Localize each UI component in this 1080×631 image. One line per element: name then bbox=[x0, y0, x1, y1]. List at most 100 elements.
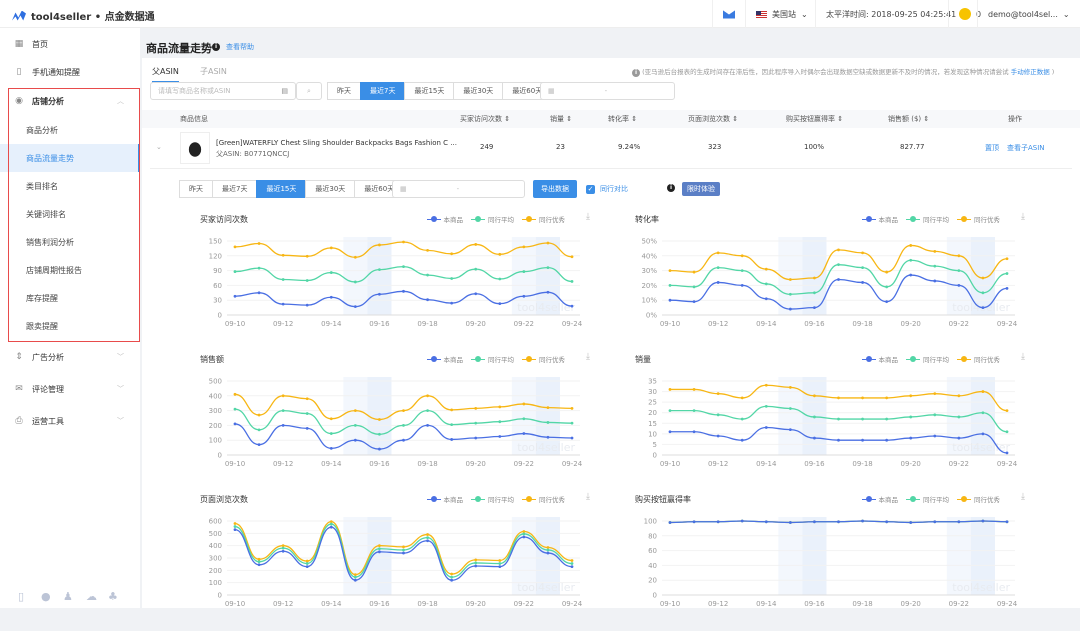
data-point bbox=[909, 273, 913, 277]
data-point bbox=[522, 530, 526, 533]
data-point bbox=[329, 246, 333, 250]
data-point bbox=[957, 415, 961, 419]
product-image bbox=[180, 132, 210, 164]
chart-plot: 0 100 200 300 400 500 600 09-10 09-12 09-14 09-16 0… bbox=[209, 517, 583, 608]
col-units[interactable]: 销量 ⇕ bbox=[550, 114, 572, 124]
col-pageviews[interactable]: 页面浏览次数 ⇕ bbox=[688, 114, 738, 124]
tablet-icon: ▯ bbox=[16, 67, 22, 77]
range-button[interactable]: 最近15天 bbox=[404, 82, 455, 100]
data-point bbox=[305, 254, 309, 258]
data-point bbox=[788, 307, 792, 311]
export-button[interactable]: 导出数据 bbox=[533, 180, 577, 198]
data-point bbox=[450, 578, 454, 582]
data-point bbox=[426, 533, 429, 536]
data-point bbox=[933, 520, 937, 524]
mobile-icon[interactable]: ▯ bbox=[18, 590, 30, 603]
logo[interactable]: tool4seller • 点金数据通 bbox=[12, 8, 155, 23]
detail-date-picker[interactable]: ▦ - bbox=[392, 180, 525, 198]
data-point bbox=[522, 270, 526, 273]
data-point bbox=[498, 302, 502, 306]
data-point bbox=[426, 409, 429, 412]
data-point bbox=[281, 424, 285, 427]
group-icon[interactable]: ♣ bbox=[108, 590, 120, 603]
range-button[interactable]: 最近15天 bbox=[256, 180, 307, 198]
search-input[interactable]: 请填写商品名称或ASIN ▤ bbox=[150, 82, 296, 100]
data-point bbox=[861, 519, 864, 523]
x-tick-label: 09-16 bbox=[369, 460, 390, 468]
data-point bbox=[402, 240, 405, 244]
chevron-down-icon: ⌄ bbox=[1062, 9, 1070, 19]
data-point bbox=[426, 248, 429, 252]
messages-button[interactable] bbox=[712, 0, 745, 28]
mail-icon bbox=[723, 9, 735, 19]
date-picker[interactable]: ▦ - bbox=[540, 82, 675, 100]
y-tick-label: 500 bbox=[209, 530, 222, 538]
divider bbox=[150, 168, 1072, 169]
data-point bbox=[546, 290, 550, 294]
range-button[interactable]: 最近7天 bbox=[360, 82, 406, 100]
contact-icon[interactable]: ♟ bbox=[63, 590, 75, 603]
data-point bbox=[1005, 286, 1009, 290]
qq-icon[interactable]: ● bbox=[41, 590, 53, 603]
col-sales[interactable]: 销售额 ($) ⇕ bbox=[888, 114, 929, 124]
sidebar-item[interactable]: ▦ 首页 bbox=[0, 30, 140, 58]
x-tick-label: 09-12 bbox=[273, 460, 293, 468]
calendar-icon: ▦ bbox=[548, 87, 555, 95]
range-button[interactable]: 昨天 bbox=[179, 180, 213, 198]
col-visits[interactable]: 买家访问次数 ⇕ bbox=[460, 114, 510, 124]
sidebar-item[interactable]: ▯ 手机通知提醒 bbox=[0, 58, 140, 86]
view-child-asin-link[interactable]: 查看子ASIN bbox=[1007, 143, 1045, 153]
x-tick-label: 09-20 bbox=[466, 460, 486, 468]
weekend-band bbox=[802, 237, 827, 315]
data-point bbox=[837, 438, 840, 442]
range-button[interactable]: 最近30天 bbox=[453, 82, 504, 100]
data-point bbox=[1005, 451, 1009, 455]
sidebar-item[interactable]: ⎙ 运营工具 ﹀ bbox=[0, 407, 140, 435]
wechat-icon[interactable]: ☁ bbox=[86, 590, 98, 603]
col-buybox[interactable]: 购买按钮赢得率 ⇕ bbox=[786, 114, 843, 124]
sidebar-item[interactable]: ✉ 评论管理 ﹀ bbox=[0, 375, 140, 403]
data-point bbox=[378, 268, 381, 272]
sort-icon: ⇕ bbox=[15, 352, 23, 362]
watermark: tool4seller bbox=[517, 301, 575, 314]
data-point bbox=[305, 303, 309, 307]
site-selector[interactable]: 美国站 ⌄ bbox=[745, 0, 818, 28]
cell-sales: 827.77 bbox=[900, 143, 925, 151]
search-button[interactable]: ⌕ bbox=[296, 82, 322, 100]
tab-parent-asin[interactable]: 父ASIN bbox=[152, 66, 179, 83]
x-tick-label: 09-22 bbox=[949, 600, 969, 608]
product-title[interactable]: [Green]WATERFLY Chest Sling Shoulder Bac… bbox=[216, 139, 457, 147]
x-tick-label: 09-14 bbox=[756, 600, 777, 608]
x-tick-label: 09-22 bbox=[514, 320, 534, 328]
data-point bbox=[329, 295, 333, 299]
range-button[interactable]: 最近30天 bbox=[305, 180, 356, 198]
range-button[interactable]: 最近7天 bbox=[212, 180, 258, 198]
fix-data-link[interactable]: 手动修正数据 bbox=[1011, 68, 1050, 76]
info-icon[interactable]: i bbox=[212, 43, 220, 51]
data-point bbox=[716, 413, 720, 417]
pin-link[interactable]: 置顶 bbox=[985, 143, 999, 153]
clipboard-icon[interactable]: ▤ bbox=[281, 87, 288, 95]
data-point bbox=[402, 545, 405, 549]
help-link[interactable]: 查看帮助 bbox=[226, 42, 254, 52]
compare-checkbox[interactable]: ✓ 同行对比 bbox=[586, 184, 628, 194]
x-tick-label: 09-14 bbox=[321, 320, 342, 328]
sidebar-item[interactable]: ⇕ 广告分析 ﹀ bbox=[0, 343, 140, 371]
data-point bbox=[981, 411, 985, 415]
y-tick-label: 600 bbox=[209, 518, 222, 526]
tab-child-asin[interactable]: 子ASIN bbox=[200, 66, 227, 77]
data-point bbox=[909, 244, 913, 247]
watermark: tool4seller bbox=[517, 441, 575, 454]
weekend-band bbox=[802, 517, 827, 595]
x-tick-label: 09-10 bbox=[225, 320, 245, 328]
data-point bbox=[740, 254, 744, 258]
chart-plot: 0 30 60 90 120 150 09-10 09-12 09-14 09-16 09-18 09… bbox=[209, 237, 583, 328]
col-conversion[interactable]: 转化率 ⇕ bbox=[608, 114, 637, 124]
expand-chevron-icon[interactable]: ⌄ bbox=[156, 143, 162, 151]
data-point bbox=[233, 294, 237, 298]
user-menu[interactable]: demo@tool4sel... ⌄ bbox=[977, 0, 1080, 28]
info-icon[interactable]: i bbox=[667, 184, 675, 192]
data-point bbox=[885, 285, 889, 289]
data-point bbox=[570, 421, 574, 425]
range-button[interactable]: 昨天 bbox=[327, 82, 361, 100]
